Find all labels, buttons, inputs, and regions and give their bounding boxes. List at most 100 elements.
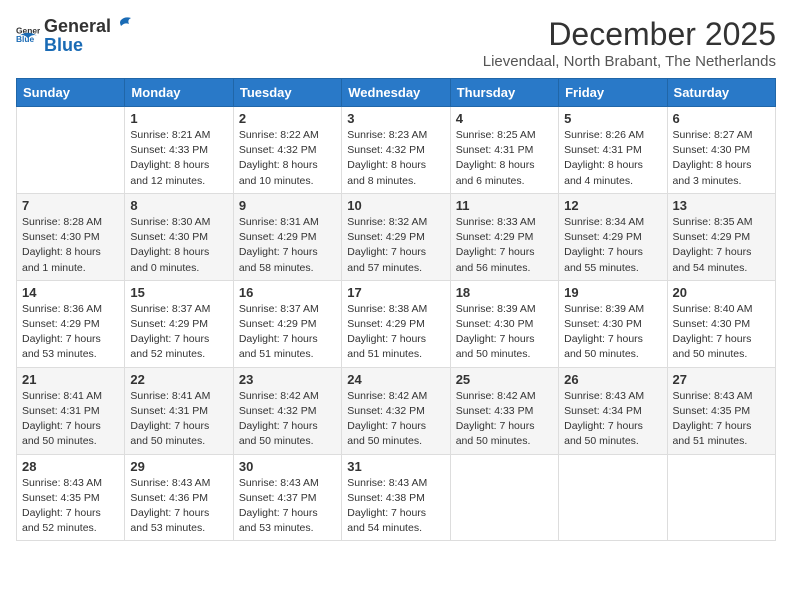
calendar-cell: 8 Sunrise: 8:30 AMSunset: 4:30 PMDaylight…: [125, 193, 233, 280]
day-info: Sunrise: 8:26 AMSunset: 4:31 PMDaylight:…: [564, 128, 661, 189]
calendar-cell: 9 Sunrise: 8:31 AMSunset: 4:29 PMDaylight…: [233, 193, 341, 280]
calendar-cell: 24 Sunrise: 8:42 AMSunset: 4:32 PMDayligh…: [342, 367, 450, 454]
day-info: Sunrise: 8:22 AMSunset: 4:32 PMDaylight:…: [239, 128, 336, 189]
calendar-cell: 21 Sunrise: 8:41 AMSunset: 4:31 PMDayligh…: [17, 367, 125, 454]
calendar-cell: 6Sunrise: 8:27 AMSunset: 4:30 PMDaylight…: [667, 107, 775, 194]
day-info: Sunrise: 8:39 AMSunset: 4:30 PMDaylight:…: [564, 302, 661, 363]
day-number: 18: [456, 285, 553, 300]
day-number: 19: [564, 285, 661, 300]
calendar-header-wednesday: Wednesday: [342, 79, 450, 107]
calendar-week-row: 28 Sunrise: 8:43 AMSunset: 4:35 PMDayligh…: [17, 454, 776, 541]
calendar-cell: 2Sunrise: 8:22 AMSunset: 4:32 PMDaylight…: [233, 107, 341, 194]
calendar-cell: 26 Sunrise: 8:43 AMSunset: 4:34 PMDayligh…: [559, 367, 667, 454]
day-info: Sunrise: 8:43 AMSunset: 4:35 PMDaylight:…: [673, 389, 770, 450]
day-info: Sunrise: 8:36 AMSunset: 4:29 PMDaylight:…: [22, 302, 119, 363]
day-number: 7: [22, 198, 119, 213]
day-number: 17: [347, 285, 444, 300]
calendar-cell: 15Sunrise: 8:37 AMSunset: 4:29 PMDayligh…: [125, 280, 233, 367]
calendar-header-tuesday: Tuesday: [233, 79, 341, 107]
calendar-cell: 5Sunrise: 8:26 AMSunset: 4:31 PMDaylight…: [559, 107, 667, 194]
day-number: 10: [347, 198, 444, 213]
day-number: 29: [130, 459, 227, 474]
day-number: 30: [239, 459, 336, 474]
calendar-cell: [450, 454, 558, 541]
calendar-header-monday: Monday: [125, 79, 233, 107]
calendar-cell: 10Sunrise: 8:32 AMSunset: 4:29 PMDayligh…: [342, 193, 450, 280]
calendar-cell: 19 Sunrise: 8:39 AMSunset: 4:30 PMDayligh…: [559, 280, 667, 367]
calendar-cell: 30 Sunrise: 8:43 AMSunset: 4:37 PMDayligh…: [233, 454, 341, 541]
calendar-cell: 18 Sunrise: 8:39 AMSunset: 4:30 PMDayligh…: [450, 280, 558, 367]
title-section: December 2025 Lievendaal, North Brabant,…: [483, 16, 776, 70]
day-info: Sunrise: 8:43 AMSunset: 4:38 PMDaylight:…: [347, 476, 444, 537]
day-number: 11: [456, 198, 553, 213]
day-info: Sunrise: 8:21 AMSunset: 4:33 PMDaylight:…: [130, 128, 227, 189]
calendar-cell: 29 Sunrise: 8:43 AMSunset: 4:36 PMDayligh…: [125, 454, 233, 541]
calendar: SundayMondayTuesdayWednesdayThursdayFrid…: [16, 78, 776, 541]
day-info: Sunrise: 8:37 AMSunset: 4:29 PMDaylight:…: [239, 302, 336, 363]
day-info: Sunrise: 8:39 AMSunset: 4:30 PMDaylight:…: [456, 302, 553, 363]
day-number: 20: [673, 285, 770, 300]
calendar-cell: 22 Sunrise: 8:41 AMSunset: 4:31 PMDayligh…: [125, 367, 233, 454]
calendar-cell: 11 Sunrise: 8:33 AMSunset: 4:29 PMDayligh…: [450, 193, 558, 280]
calendar-cell: 17 Sunrise: 8:38 AMSunset: 4:29 PMDayligh…: [342, 280, 450, 367]
calendar-cell: 20 Sunrise: 8:40 AMSunset: 4:30 PMDayligh…: [667, 280, 775, 367]
day-number: 3: [347, 111, 444, 126]
day-number: 25: [456, 372, 553, 387]
calendar-cell: 3Sunrise: 8:23 AMSunset: 4:32 PMDaylight…: [342, 107, 450, 194]
calendar-cell: [667, 454, 775, 541]
day-number: 4: [456, 111, 553, 126]
calendar-week-row: 7 Sunrise: 8:28 AMSunset: 4:30 PMDaylight…: [17, 193, 776, 280]
day-info: Sunrise: 8:43 AMSunset: 4:35 PMDaylight:…: [22, 476, 119, 537]
day-info: Sunrise: 8:38 AMSunset: 4:29 PMDaylight:…: [347, 302, 444, 363]
day-info: Sunrise: 8:43 AMSunset: 4:34 PMDaylight:…: [564, 389, 661, 450]
day-number: 24: [347, 372, 444, 387]
day-number: 13: [673, 198, 770, 213]
calendar-header-thursday: Thursday: [450, 79, 558, 107]
calendar-week-row: 1Sunrise: 8:21 AMSunset: 4:33 PMDaylight…: [17, 107, 776, 194]
day-info: Sunrise: 8:25 AMSunset: 4:31 PMDaylight:…: [456, 128, 553, 189]
calendar-week-row: 14Sunrise: 8:36 AMSunset: 4:29 PMDayligh…: [17, 280, 776, 367]
day-info: Sunrise: 8:41 AMSunset: 4:31 PMDaylight:…: [22, 389, 119, 450]
day-number: 22: [130, 372, 227, 387]
day-info: Sunrise: 8:41 AMSunset: 4:31 PMDaylight:…: [130, 389, 227, 450]
day-info: Sunrise: 8:27 AMSunset: 4:30 PMDaylight:…: [673, 128, 770, 189]
day-number: 23: [239, 372, 336, 387]
calendar-header-sunday: Sunday: [17, 79, 125, 107]
calendar-header-row: SundayMondayTuesdayWednesdayThursdayFrid…: [17, 79, 776, 107]
calendar-cell: 1Sunrise: 8:21 AMSunset: 4:33 PMDaylight…: [125, 107, 233, 194]
day-info: Sunrise: 8:35 AMSunset: 4:29 PMDaylight:…: [673, 215, 770, 276]
day-number: 28: [22, 459, 119, 474]
day-number: 26: [564, 372, 661, 387]
location-title: Lievendaal, North Brabant, The Netherlan…: [483, 53, 776, 70]
logo-bird-icon: [113, 16, 135, 36]
day-info: Sunrise: 8:42 AMSunset: 4:32 PMDaylight:…: [239, 389, 336, 450]
calendar-cell: 14Sunrise: 8:36 AMSunset: 4:29 PMDayligh…: [17, 280, 125, 367]
day-info: Sunrise: 8:42 AMSunset: 4:33 PMDaylight:…: [456, 389, 553, 450]
day-number: 8: [130, 198, 227, 213]
day-info: Sunrise: 8:30 AMSunset: 4:30 PMDaylight:…: [130, 215, 227, 276]
calendar-cell: 12Sunrise: 8:34 AMSunset: 4:29 PMDayligh…: [559, 193, 667, 280]
calendar-header-saturday: Saturday: [667, 79, 775, 107]
calendar-cell: 13 Sunrise: 8:35 AMSunset: 4:29 PMDayligh…: [667, 193, 775, 280]
day-number: 21: [22, 372, 119, 387]
day-info: Sunrise: 8:43 AMSunset: 4:36 PMDaylight:…: [130, 476, 227, 537]
day-info: Sunrise: 8:42 AMSunset: 4:32 PMDaylight:…: [347, 389, 444, 450]
day-info: Sunrise: 8:28 AMSunset: 4:30 PMDaylight:…: [22, 215, 119, 276]
calendar-cell: 23 Sunrise: 8:42 AMSunset: 4:32 PMDayligh…: [233, 367, 341, 454]
day-info: Sunrise: 8:31 AMSunset: 4:29 PMDaylight:…: [239, 215, 336, 276]
logo: General Blue General Blue: [16, 16, 135, 56]
day-number: 9: [239, 198, 336, 213]
day-info: Sunrise: 8:40 AMSunset: 4:30 PMDaylight:…: [673, 302, 770, 363]
calendar-cell: 4 Sunrise: 8:25 AMSunset: 4:31 PMDaylight…: [450, 107, 558, 194]
header: General Blue General Blue December 2025 …: [16, 16, 776, 70]
calendar-cell: [559, 454, 667, 541]
day-info: Sunrise: 8:43 AMSunset: 4:37 PMDaylight:…: [239, 476, 336, 537]
month-title: December 2025: [483, 16, 776, 53]
logo-text-blue: Blue: [44, 35, 83, 55]
calendar-cell: 31Sunrise: 8:43 AMSunset: 4:38 PMDayligh…: [342, 454, 450, 541]
calendar-cell: 25 Sunrise: 8:42 AMSunset: 4:33 PMDayligh…: [450, 367, 558, 454]
calendar-cell: 28 Sunrise: 8:43 AMSunset: 4:35 PMDayligh…: [17, 454, 125, 541]
day-number: 16: [239, 285, 336, 300]
day-info: Sunrise: 8:33 AMSunset: 4:29 PMDaylight:…: [456, 215, 553, 276]
day-info: Sunrise: 8:37 AMSunset: 4:29 PMDaylight:…: [130, 302, 227, 363]
